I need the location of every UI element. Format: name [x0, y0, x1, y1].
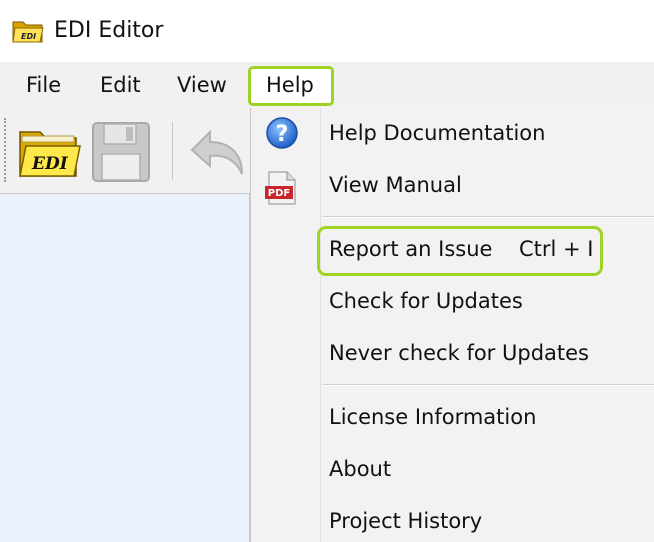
menu-item-label: Report an Issue [329, 237, 493, 261]
toolbar-separator [172, 122, 173, 180]
save-disk-icon [92, 122, 150, 182]
menu-help[interactable]: Help [266, 71, 314, 99]
menu-item-report-an-issue[interactable]: Report an Issue Ctrl + I [251, 224, 654, 276]
menu-item-help-documentation[interactable]: ? Help Documentation [251, 108, 654, 160]
menu-item-never-check-for-updates[interactable]: Never check for Updates [251, 328, 654, 380]
save-button[interactable] [90, 120, 152, 184]
pdf-icon-text: PDF [268, 188, 290, 199]
menu-item-project-history[interactable]: Project History [251, 496, 654, 542]
undo-button[interactable] [186, 122, 248, 182]
pdf-icon: PDF [265, 171, 296, 205]
menu-item-license-information[interactable]: License Information [251, 392, 654, 444]
menu-item-label: License Information [329, 405, 537, 429]
menu-separator [323, 216, 654, 218]
menu-separator [323, 384, 654, 386]
title-bar: EDI EDI Editor [0, 0, 654, 62]
menu-bar: File Edit View Help [0, 62, 654, 108]
edi-badge-text: EDI [31, 154, 69, 174]
menu-item-label: About [329, 457, 392, 481]
toolbar-grip-handle[interactable] [4, 118, 8, 182]
menu-item-label: View Manual [329, 173, 462, 197]
window-title: EDI Editor [54, 18, 164, 43]
menu-file[interactable]: File [26, 71, 61, 99]
help-dropdown-menu: ? Help Documentation PDF View Manual Rep… [250, 108, 654, 542]
svg-text:EDI: EDI [21, 32, 36, 41]
edi-open-folder-icon: EDI [19, 131, 81, 177]
menu-item-label: Help Documentation [329, 121, 546, 145]
open-edi-button[interactable]: EDI [16, 122, 82, 182]
undo-arrow-icon [190, 129, 243, 175]
edi-folder-icon: EDI [12, 21, 44, 43]
editor-pane[interactable] [0, 194, 250, 542]
menu-item-about[interactable]: About [251, 444, 654, 496]
svg-text:?: ? [276, 122, 289, 147]
menu-view[interactable]: View [177, 71, 227, 99]
menu-item-label: Check for Updates [329, 289, 523, 313]
menu-item-check-for-updates[interactable]: Check for Updates [251, 276, 654, 328]
menu-edit[interactable]: Edit [100, 71, 141, 99]
menu-item-shortcut: Ctrl + I [519, 237, 594, 261]
help-question-icon: ? [266, 117, 298, 149]
toolbar: EDI [0, 108, 250, 194]
menu-item-view-manual[interactable]: PDF View Manual [251, 160, 654, 212]
menu-item-label: Project History [329, 509, 483, 533]
menu-item-label: Never check for Updates [329, 341, 589, 365]
